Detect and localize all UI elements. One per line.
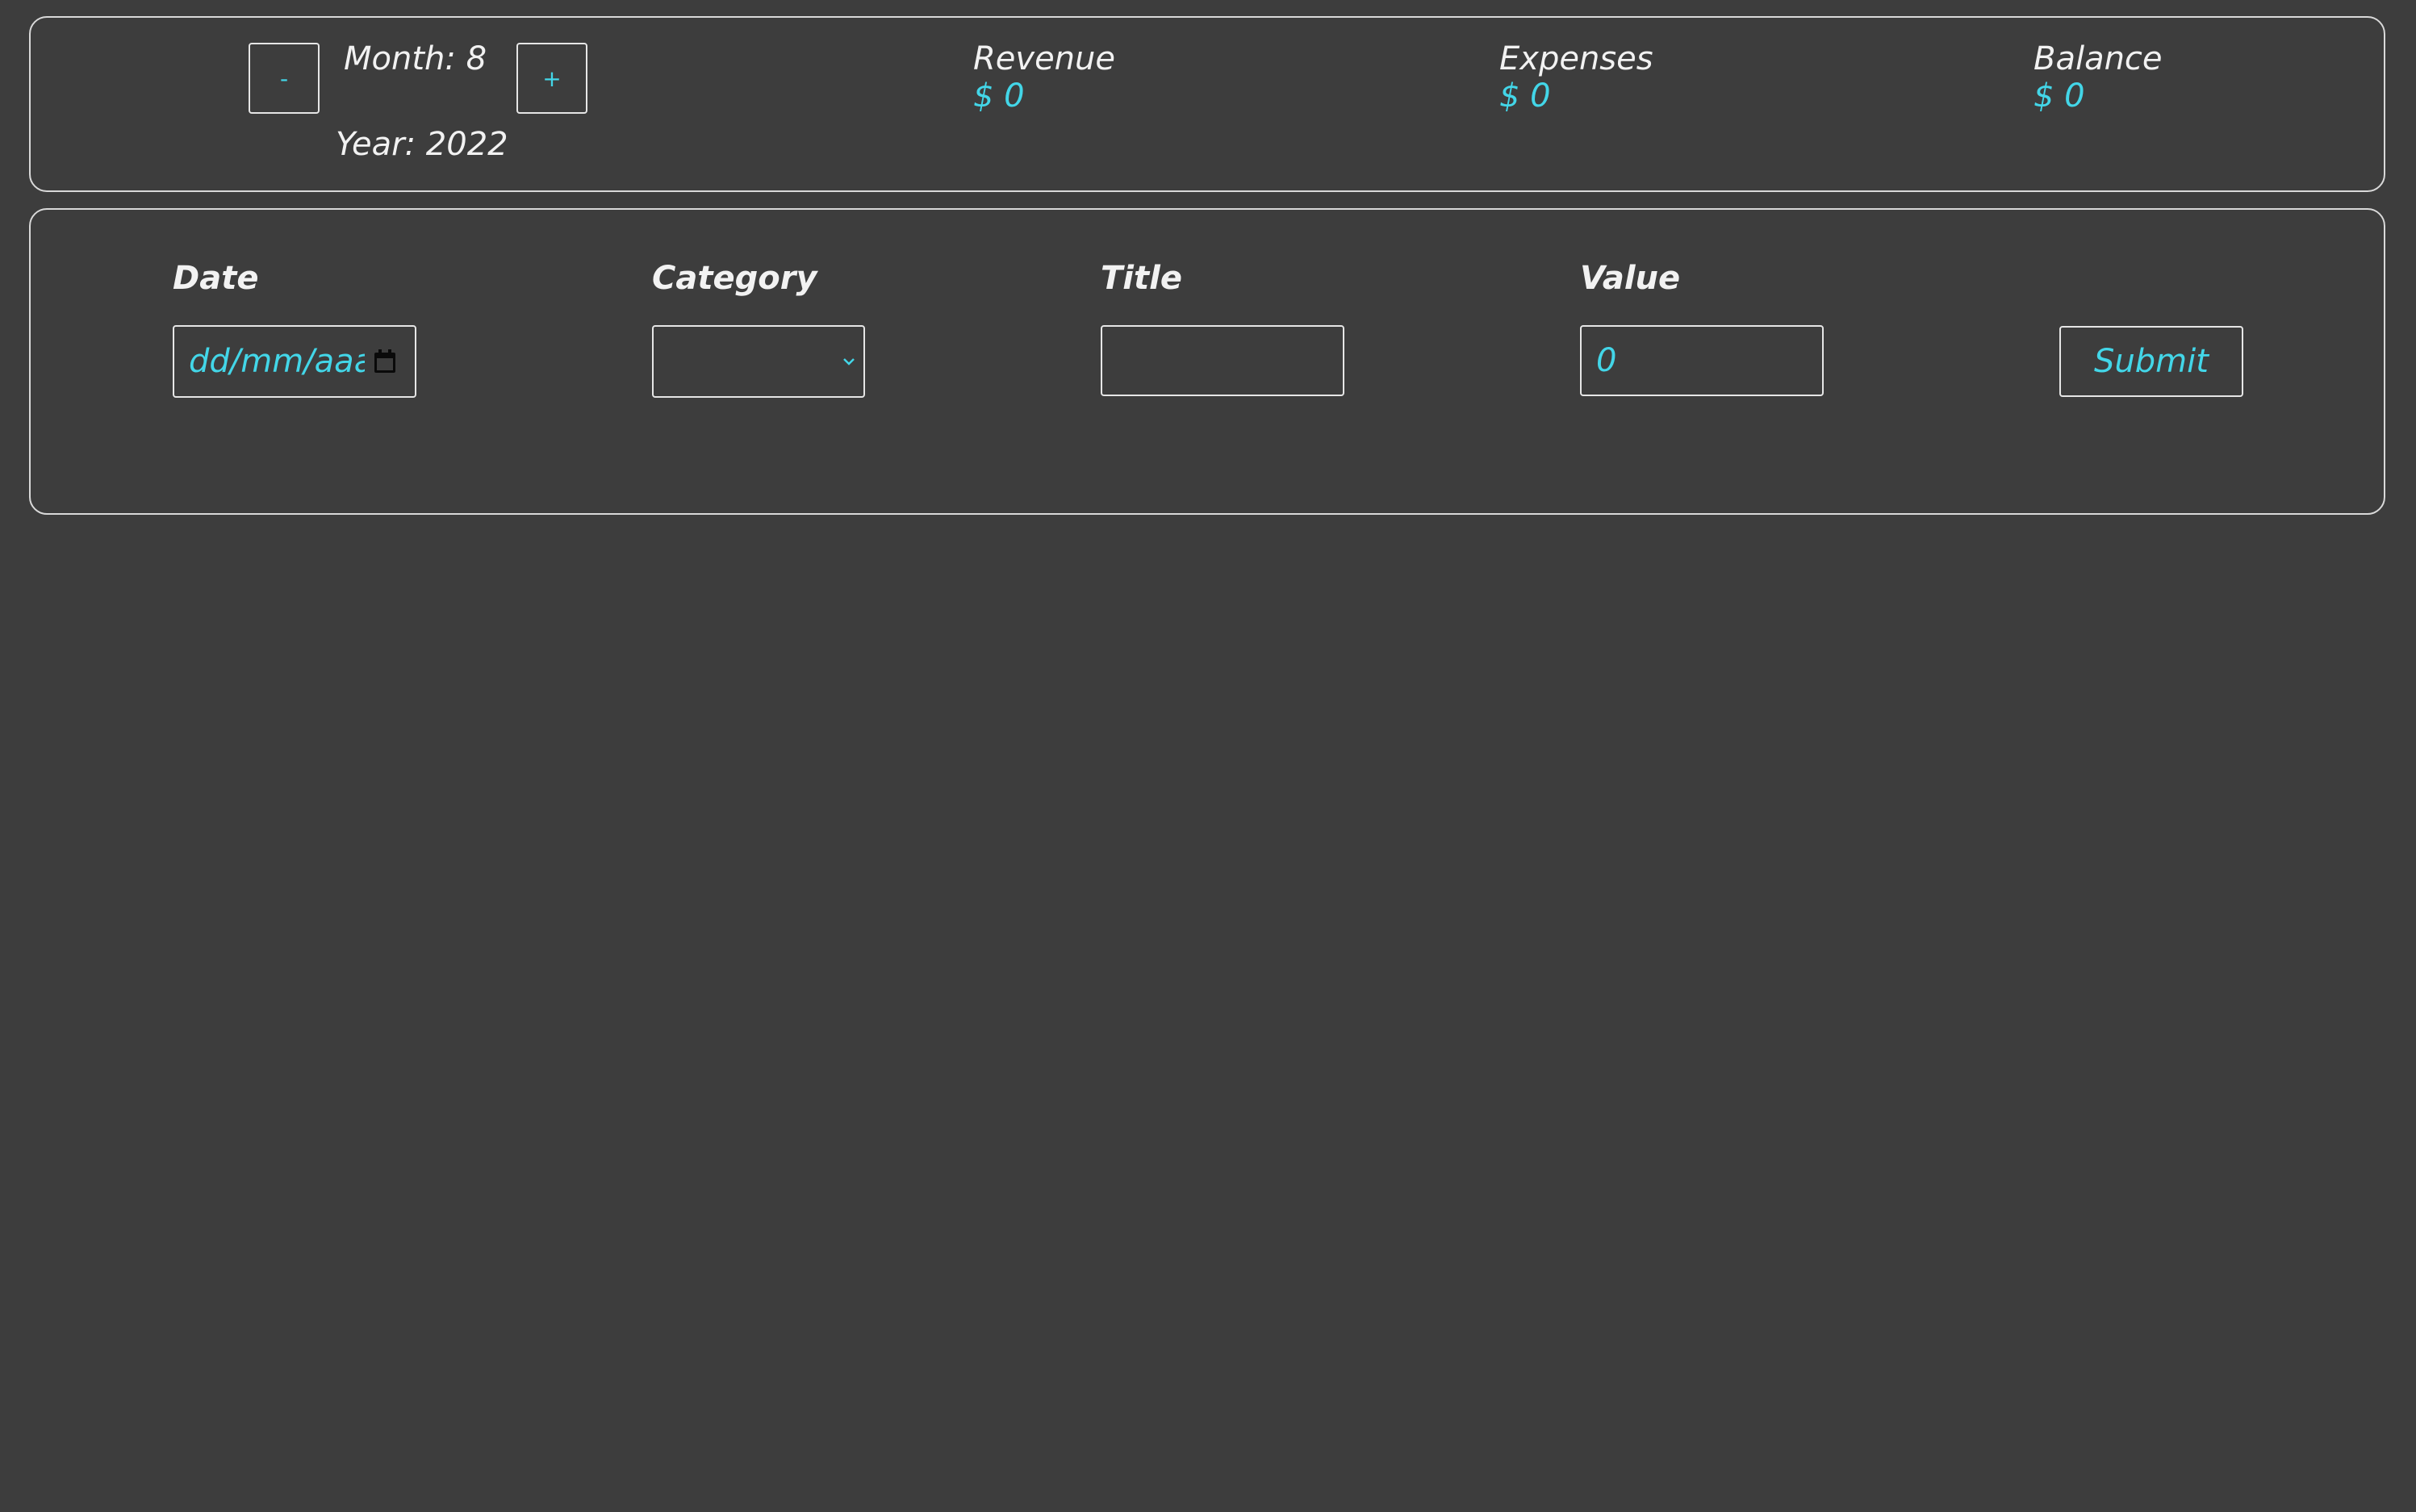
decrement-month-button[interactable]: - [249,43,320,114]
entry-form-panel: Date dd/mm/aaaa Category Title Value 0 S… [29,208,2385,515]
revenue-label: Revenue [973,40,1115,77]
chevron-down-icon [843,358,855,365]
category-select[interactable] [652,325,865,398]
summary-panel: - Month: 8 + Year: 2022 Revenue $ 0 Expe… [29,16,2385,192]
balance-label: Balance [2034,40,2163,77]
expenses-summary: Expenses $ 0 [1499,40,1653,115]
calendar-icon[interactable] [373,349,397,374]
expenses-value: $ 0 [1499,77,1551,115]
date-label: Date [173,260,259,297]
increment-month-button[interactable]: + [516,43,587,114]
title-label: Title [1101,260,1182,297]
title-input[interactable] [1101,325,1344,396]
month-display: Month: 8 [344,40,487,77]
date-input-placeholder: dd/mm/aaaa [189,343,365,380]
expenses-label: Expenses [1499,40,1653,77]
balance-value: $ 0 [2034,77,2085,115]
value-input-placeholder: 0 [1596,342,1617,379]
date-input[interactable]: dd/mm/aaaa [173,325,416,398]
revenue-summary: Revenue $ 0 [973,40,1115,115]
balance-summary: Balance $ 0 [2034,40,2163,115]
value-label: Value [1580,260,1681,297]
submit-button[interactable]: Submit [2059,326,2243,397]
value-input[interactable]: 0 [1580,325,1824,396]
revenue-value: $ 0 [973,77,1025,115]
year-display: Year: 2022 [336,126,508,163]
category-label: Category [652,260,817,297]
